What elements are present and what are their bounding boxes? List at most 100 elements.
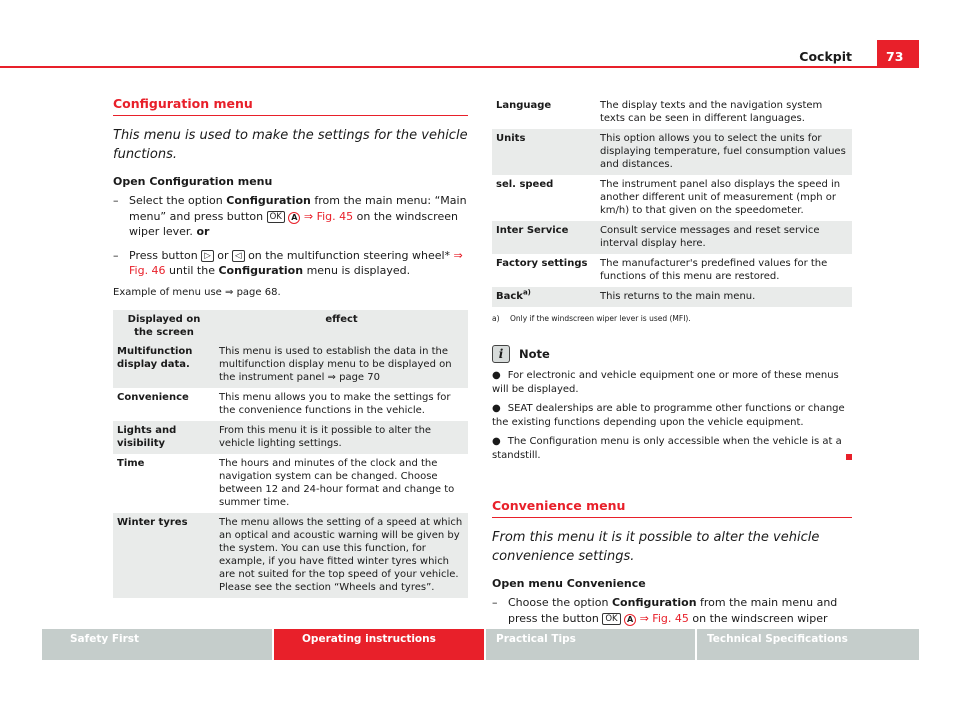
table-row: Language The display texts and the navig… <box>492 96 852 129</box>
next-key-icon: ▷ <box>201 249 214 262</box>
step-text: Select the option Configuration from the… <box>129 193 468 240</box>
bold-term: Configuration <box>226 194 311 207</box>
header-section-title: Cockpit <box>799 49 852 64</box>
table-row: Multifunction display data. This menu is… <box>113 341 468 388</box>
figure-link[interactable]: ⇒ Fig. 45 <box>640 612 689 625</box>
option-name: Time <box>117 457 145 469</box>
note-item: ● The Configuration menu is only accessib… <box>492 435 852 462</box>
option-effect: This returns to the main menu. <box>600 291 756 302</box>
page-header: Cockpit 73 <box>0 0 960 70</box>
bold-term: Configuration <box>611 596 697 609</box>
tab-practical-tips[interactable]: Practical Tips <box>486 629 695 660</box>
dash-marker: – <box>113 194 119 207</box>
configuration-menu-intro: This menu is used to make the settings f… <box>113 128 468 162</box>
circled-a-icon: A <box>624 613 637 626</box>
configuration-options-table: Displayed on the screen effect Multifunc… <box>113 309 468 598</box>
footnote-text: Only if the windscreen wiper lever is us… <box>510 314 691 323</box>
option-effect: From this menu it is it possible to alte… <box>219 424 432 449</box>
option-name: Backa) <box>492 287 596 307</box>
option-effect: The manufacturer's predefined values for… <box>600 258 828 282</box>
note-text: The Configuration menu is only accessibl… <box>492 436 842 461</box>
table-row: sel. speed The instrument panel also dis… <box>492 175 852 221</box>
table-row: Factory settings The manufacturer's pred… <box>492 254 852 287</box>
option-name: sel. speed <box>496 179 554 190</box>
bullet-icon: ● <box>492 436 501 447</box>
ok-key-icon: OK <box>266 210 285 223</box>
text: menu is displayed. <box>303 264 411 277</box>
table-row: Winter tyres The menu allows the setting… <box>113 512 468 598</box>
header-rule <box>0 66 877 68</box>
option-name: Winter tyres <box>117 516 188 528</box>
text: Select the option <box>129 194 227 207</box>
configuration-menu-title: Configuration menu <box>113 96 468 116</box>
example-reference: Example of menu use ⇒ page 68. <box>113 286 281 298</box>
footnote: a) Only if the windscreen wiper lever is… <box>492 314 852 323</box>
column-header: effect <box>325 313 358 325</box>
option-name: Multifunction display data. <box>117 345 193 370</box>
bullet-icon: ● <box>492 370 501 381</box>
bold-term: Configuration <box>218 264 304 277</box>
note-header: i Note <box>492 345 852 363</box>
bold-term: or <box>196 225 210 238</box>
tab-operating-instructions[interactable]: Operating instructions <box>274 629 484 660</box>
convenience-menu-intro: From this menu it is it possible to alte… <box>492 530 820 564</box>
table-header-row: Displayed on the screen effect <box>113 309 468 342</box>
note-box: i Note ● For electronic and vehicle equip… <box>492 345 852 462</box>
option-effect: This menu is used to establish the data … <box>219 345 452 383</box>
step-text: Press button ▷ or ◁ on the multifunction… <box>129 248 468 279</box>
note-text: For electronic and vehicle equipment one… <box>492 370 839 395</box>
option-effect: The menu allows the setting of a speed a… <box>219 516 463 593</box>
footnote-mark: a) <box>492 314 500 323</box>
option-effect: This menu allows you to make the setting… <box>219 391 451 416</box>
option-effect: The instrument panel also displays the s… <box>600 179 841 216</box>
text: Choose the option <box>508 596 612 609</box>
info-icon: i <box>492 345 510 363</box>
figure-link[interactable]: ⇒ Fig. 45 <box>304 210 353 223</box>
option-effect: The hours and minutes of the clock and t… <box>219 457 455 508</box>
option-name: Lights and visibility <box>117 424 177 449</box>
prev-key-icon: ◁ <box>232 249 245 262</box>
convenience-menu-title: Convenience menu <box>492 498 852 518</box>
option-label: Back <box>496 291 523 302</box>
option-name: Inter Service <box>496 225 569 236</box>
table-row: Units This option allows you to select t… <box>492 129 852 175</box>
table-row: Inter Service Consult service messages a… <box>492 221 852 254</box>
option-name: Language <box>496 100 552 111</box>
note-text: SEAT dealerships are able to programme o… <box>492 403 845 428</box>
right-column: Language The display texts and the navig… <box>492 96 852 653</box>
ok-key-icon: OK <box>602 612 621 625</box>
option-effect: Consult service messages and reset servi… <box>600 225 820 249</box>
option-name: Units <box>496 133 526 144</box>
page-number: 73 <box>877 40 919 68</box>
open-convenience-heading: Open menu Convenience <box>492 577 646 590</box>
table-row: Convenience This menu allows you to make… <box>113 388 468 421</box>
dash-marker: – <box>113 248 119 262</box>
note-title: Note <box>519 347 550 361</box>
option-effect: This option allows you to select the uni… <box>600 133 846 170</box>
configuration-options-table-continued: Language The display texts and the navig… <box>492 96 852 307</box>
text: until the <box>165 264 219 277</box>
note-item: ● For electronic and vehicle equipment on… <box>492 369 852 396</box>
tab-safety-first[interactable]: Safety First <box>42 629 272 660</box>
table-row: Time The hours and minutes of the clock … <box>113 454 468 513</box>
text: on the multifunction steering wheel* <box>244 248 454 262</box>
option-name: Convenience <box>117 391 189 403</box>
convenience-menu-section: Convenience menu From this menu it is it… <box>492 498 852 645</box>
open-configuration-heading: Open Configuration menu <box>113 175 273 188</box>
option-effect: The display texts and the navigation sys… <box>600 100 823 124</box>
circled-a-icon: A <box>288 211 301 224</box>
table-row: Backa) This returns to the main menu. <box>492 287 852 307</box>
note-item: ● SEAT dealerships are able to programme … <box>492 402 852 429</box>
left-column: Configuration menu This menu is used to … <box>113 96 468 598</box>
chapter-tabs: Safety First Operating instructions Prac… <box>42 629 919 660</box>
option-name: Factory settings <box>496 258 588 269</box>
footnote-reference[interactable]: a) <box>523 289 531 297</box>
text: Press button <box>129 248 202 262</box>
section-end-icon <box>846 453 852 460</box>
column-header: Displayed on the screen <box>127 313 201 338</box>
text: or <box>213 248 233 262</box>
instruction-step: – Press button ▷ or ◁ on the multifuncti… <box>113 248 468 279</box>
bullet-icon: ● <box>492 403 501 414</box>
instruction-step: – Select the option Configuration from t… <box>113 193 468 240</box>
tab-technical-specifications[interactable]: Technical Specifications <box>697 629 919 660</box>
